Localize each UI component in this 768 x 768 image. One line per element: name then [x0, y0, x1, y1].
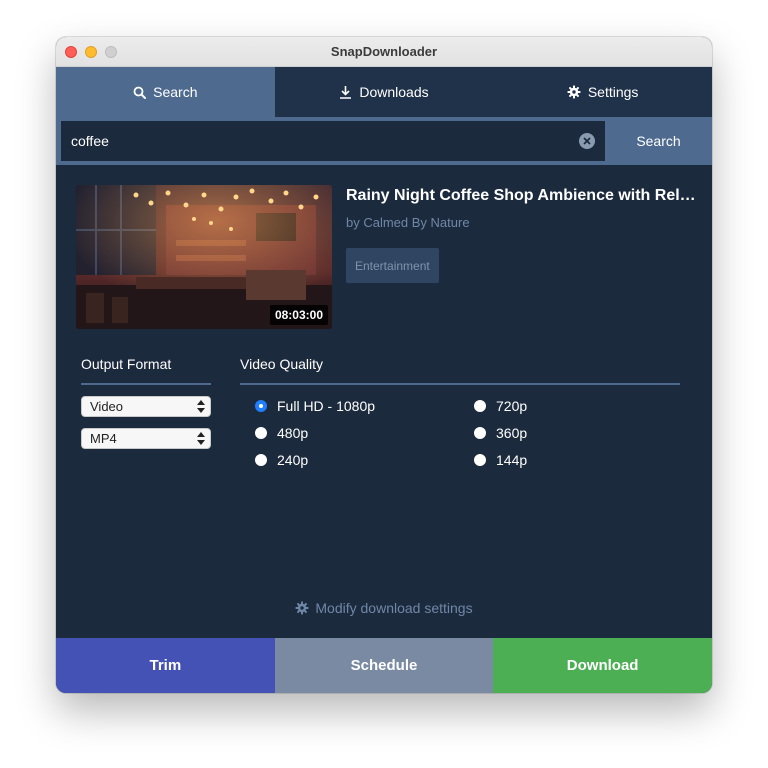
radio-icon[interactable] [255, 454, 267, 466]
quality-label: 720p [496, 398, 528, 414]
radio-icon[interactable] [474, 454, 486, 466]
download-icon [339, 85, 352, 99]
quality-option-1080p[interactable]: Full HD - 1080p [255, 398, 375, 414]
video-quality-label: Video Quality [240, 356, 324, 372]
modify-download-settings-link[interactable]: Modify download settings [56, 600, 712, 616]
container-value: MP4 [90, 431, 117, 446]
app-window: SnapDownloader Search Downloads Settings [56, 37, 712, 693]
search-bar: Search [56, 117, 712, 165]
modify-link-label: Modify download settings [315, 600, 473, 616]
radio-selected-icon[interactable] [255, 400, 267, 412]
output-format-divider [81, 383, 211, 385]
quality-option-360p[interactable]: 360p [474, 425, 527, 441]
gear-icon [295, 601, 309, 615]
container-select[interactable]: MP4 [81, 428, 211, 449]
search-icon [133, 86, 147, 99]
quality-label: 480p [277, 425, 309, 441]
search-field-wrapper [61, 121, 605, 161]
quality-label: 144p [496, 452, 528, 468]
tab-settings[interactable]: Settings [493, 67, 712, 117]
tab-search[interactable]: Search [56, 67, 275, 117]
quality-label: 360p [496, 425, 528, 441]
radio-icon[interactable] [474, 427, 486, 439]
trim-button[interactable]: Trim [56, 638, 275, 693]
window-title: SnapDownloader [330, 44, 438, 59]
select-arrows-icon [197, 399, 205, 414]
quality-option-240p[interactable]: 240p [255, 452, 308, 468]
format-type-value: Video [90, 399, 124, 414]
clear-search-icon[interactable] [579, 133, 595, 149]
tab-settings-label: Settings [587, 84, 639, 100]
search-button[interactable]: Search [605, 117, 712, 165]
main-tabs: Search Downloads Settings [56, 67, 712, 117]
format-type-select[interactable]: Video [81, 396, 211, 417]
schedule-button[interactable]: Schedule [274, 638, 494, 693]
video-channel[interactable]: by Calmed By Nature [346, 215, 470, 230]
select-arrows-icon [197, 431, 205, 446]
quality-label: 240p [277, 452, 309, 468]
video-quality-divider [240, 383, 680, 385]
quality-option-480p[interactable]: 480p [255, 425, 308, 441]
action-bar: Trim Schedule Download [56, 638, 712, 693]
radio-icon[interactable] [255, 427, 267, 439]
tab-downloads-label: Downloads [359, 84, 429, 100]
quality-label: Full HD - 1080p [277, 398, 376, 414]
video-duration: 08:03:00 [269, 305, 328, 325]
output-format-label: Output Format [81, 356, 172, 372]
video-thumbnail[interactable]: 08:03:00 [76, 185, 332, 329]
quality-option-720p[interactable]: 720p [474, 398, 527, 414]
tab-search-label: Search [153, 84, 198, 100]
radio-icon[interactable] [474, 400, 486, 412]
gear-icon [567, 85, 581, 99]
quality-option-144p[interactable]: 144p [474, 452, 527, 468]
search-input[interactable] [61, 121, 571, 161]
tab-downloads[interactable]: Downloads [275, 67, 494, 117]
download-button[interactable]: Download [493, 638, 712, 693]
category-badge: Entertainment [346, 248, 439, 283]
video-title: Rainy Night Coffee Shop Ambience with Re… [346, 187, 696, 204]
title-bar: SnapDownloader [56, 37, 712, 67]
